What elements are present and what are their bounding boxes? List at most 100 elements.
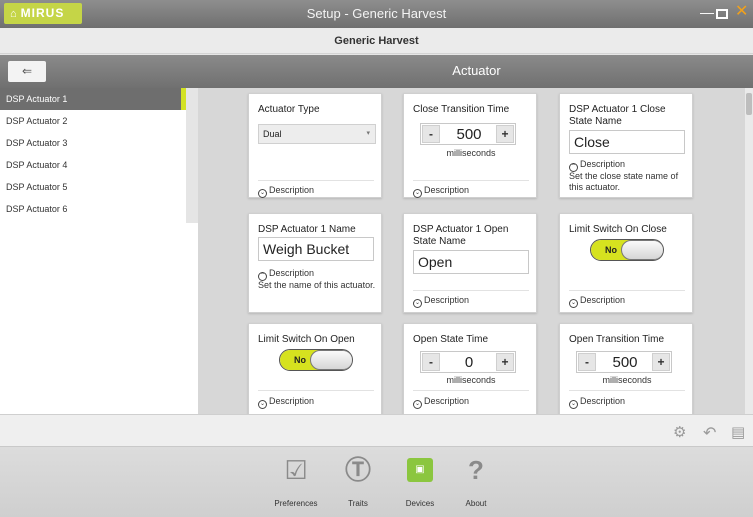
toggle-knob [621, 240, 663, 260]
nav-label: Devices [405, 499, 435, 508]
description-label: Description [580, 295, 626, 305]
back-button[interactable]: ⇐ [8, 61, 46, 82]
limit-open-toggle[interactable]: No [279, 349, 353, 371]
description-toggle[interactable]: ⌄ Description [569, 396, 625, 409]
sidebar-item-dsp-actuator-6[interactable]: DSP Actuator 6 [0, 198, 185, 220]
divider [413, 390, 529, 391]
description-label: Description [269, 268, 315, 278]
divider [413, 180, 529, 181]
devices-icon: ▣ [407, 458, 433, 482]
maximize-button[interactable] [716, 9, 728, 19]
unit-label: milliseconds [602, 375, 652, 385]
description-label: Description [424, 185, 470, 195]
back-arrow-icon: ⇐ [21, 64, 33, 78]
card-close-state-name: DSP Actuator 1 Close State Name Close ⌃ D… [559, 93, 693, 198]
description-label: Description [269, 396, 315, 406]
close-transition-stepper: - 500 + [420, 123, 516, 145]
open-state-name-input[interactable]: Open [413, 250, 529, 274]
description-toggle[interactable]: ⌄ Description [413, 396, 469, 409]
section-bar: ⇐ Actuator [0, 55, 753, 88]
increment-button[interactable]: + [652, 353, 670, 371]
card-open-state-time: Open State Time - 0 + milliseconds ⌄ Desc… [403, 323, 537, 414]
card-title: Limit Switch On Close [569, 224, 667, 235]
description-label: Description [580, 159, 626, 169]
increment-button[interactable]: + [496, 353, 514, 371]
nav-label: Preferences [274, 499, 318, 508]
window-title: Setup - Generic Harvest [306, 6, 447, 21]
content-scrollbar[interactable] [745, 88, 753, 414]
card-title: DSP Actuator 1 Close State Name [569, 104, 666, 127]
card-actuator-type: Actuator Type Dual ▾ ⌄ Description [248, 93, 382, 198]
bottom-navigation: ☑ Preferences Ⓣ Traits ▣ Devices ? About [0, 447, 753, 517]
actuator-type-select[interactable]: Dual ▾ [258, 124, 376, 144]
nav-preferences[interactable]: ☑ Preferences [266, 455, 326, 508]
description-label: Description [269, 185, 315, 195]
description-toggle[interactable]: ⌄ Description [258, 396, 314, 409]
traits-icon: Ⓣ [344, 455, 371, 485]
divider [569, 390, 685, 391]
decrement-button[interactable]: - [422, 353, 440, 371]
expand-icon: ⌄ [258, 189, 267, 198]
card-limit-switch-on-close: Limit Switch On Close No ⌄ Description [559, 213, 693, 313]
close-button[interactable]: ✕ [735, 4, 748, 20]
sidebar-item-dsp-actuator-3[interactable]: DSP Actuator 3 [0, 132, 185, 154]
sidebar-scrollbar[interactable] [186, 88, 198, 223]
close-state-name-input[interactable]: Close [569, 130, 685, 154]
toggle-knob [310, 350, 352, 370]
chevron-down-icon: ▾ [366, 130, 370, 137]
nav-about[interactable]: ? About [446, 455, 506, 508]
description-toggle[interactable]: ⌄ Description [413, 185, 469, 198]
expand-icon: ⌄ [569, 299, 578, 308]
card-close-transition-time: Close Transition Time - 500 + millisecon… [403, 93, 537, 198]
sidebar-item-dsp-actuator-4[interactable]: DSP Actuator 4 [0, 154, 185, 176]
description-text: Set the close state name of this actuato… [569, 171, 679, 192]
section-title: Actuator [452, 63, 501, 78]
card-title: Open State Time [413, 334, 489, 345]
preferences-icon: ☑ [284, 455, 308, 485]
description-toggle[interactable]: ⌄ Description [258, 185, 314, 198]
card-title: Open Transition Time [569, 334, 665, 345]
stepper-value[interactable]: 500 [443, 126, 495, 144]
actuator-list: DSP Actuator 1 DSP Actuator 2 DSP Actuat… [0, 88, 198, 414]
card-title: DSP Actuator 1 Name [258, 224, 356, 235]
card-title: DSP Actuator 1 Open State Name [413, 224, 509, 247]
save-icon[interactable]: ▤ [731, 423, 745, 441]
decrement-button[interactable]: - [578, 353, 596, 371]
expand-icon: ⌄ [258, 400, 267, 409]
decrement-button[interactable]: - [422, 125, 440, 143]
nav-devices[interactable]: ▣ Devices [390, 455, 450, 508]
card-title: Close Transition Time [413, 104, 510, 115]
minimize-button[interactable]: — [700, 4, 714, 20]
description-text: Set the name of this actuator. [258, 280, 376, 290]
stepper-value[interactable]: 0 [443, 354, 495, 372]
description-toggle[interactable]: ⌄ Description [569, 295, 625, 308]
description-label: Description [580, 396, 626, 406]
expand-icon: ⌄ [413, 189, 422, 198]
description-toggle[interactable]: ⌄ Description [413, 295, 469, 308]
nav-traits[interactable]: Ⓣ Traits [328, 455, 388, 508]
actuator-name-input[interactable]: Weigh Bucket [258, 237, 374, 261]
description-label: Description [424, 396, 470, 406]
open-state-time-stepper: - 0 + [420, 351, 516, 373]
title-bar: ⌂ MIRUS Setup - Generic Harvest — ✕ [0, 0, 753, 28]
sidebar-item-dsp-actuator-5[interactable]: DSP Actuator 5 [0, 176, 185, 198]
increment-button[interactable]: + [496, 125, 514, 143]
sidebar-item-dsp-actuator-1[interactable]: DSP Actuator 1 [0, 88, 191, 110]
select-value: Dual [263, 129, 282, 139]
settings-icon[interactable]: ⚙ [673, 423, 686, 441]
card-limit-switch-on-open: Limit Switch On Open No ⌄ Description [248, 323, 382, 414]
about-icon: ? [468, 455, 484, 485]
profile-title: Generic Harvest [0, 28, 753, 54]
expand-icon: ⌄ [569, 400, 578, 409]
card-actuator-name: DSP Actuator 1 Name Weigh Bucket ⌃ Descri… [248, 213, 382, 313]
undo-icon[interactable]: ↶ [703, 423, 716, 443]
scrollbar-thumb[interactable] [746, 93, 752, 115]
divider [413, 290, 529, 291]
divider [258, 180, 374, 181]
settings-panel: Actuator Type Dual ▾ ⌄ Description Close … [198, 88, 753, 414]
limit-close-toggle[interactable]: No [590, 239, 664, 261]
open-transition-stepper: - 500 + [576, 351, 672, 373]
card-title: Limit Switch On Open [258, 334, 355, 345]
stepper-value[interactable]: 500 [599, 354, 651, 372]
sidebar-item-dsp-actuator-2[interactable]: DSP Actuator 2 [0, 110, 185, 132]
